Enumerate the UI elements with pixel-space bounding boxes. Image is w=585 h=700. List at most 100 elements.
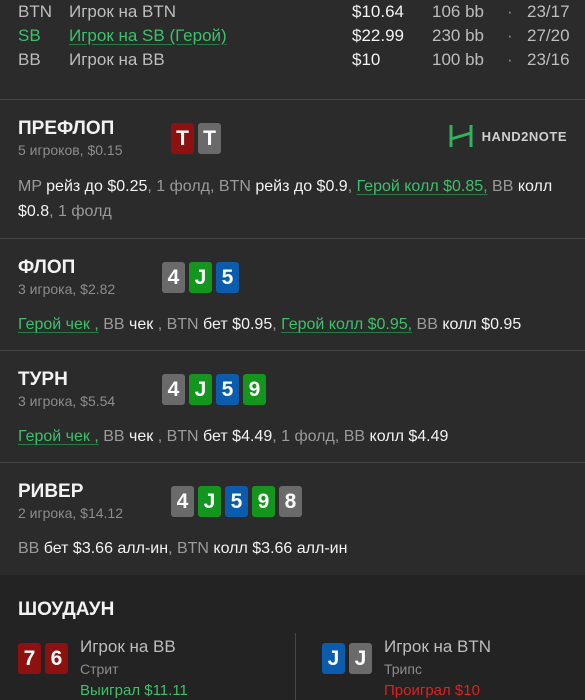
hand2note-brand-text: HAND2NOTE [481,128,567,144]
action-context: , BTN [153,428,204,445]
board-cards: 4J598 [171,486,302,517]
showdown-player-name: Игрок на BB [80,637,176,656]
player-name: Игрок на BTN [69,2,177,21]
separator-dot: · [507,26,513,45]
street-actions: MP рейз до $0.25, 1 фолд, BTN рейз до $0… [18,174,567,224]
action-text: бет $0.95 [203,316,273,333]
street-preflop: ПРЕФЛОП 5 игроков, $0.15 TT HAND2NOTE MP… [0,100,585,239]
street-actions: BB бет $3.66 алл-ин, BTN колл $3.66 алл-… [18,536,567,561]
street-flop: ФЛОП 3 игрока, $2.82 4J5 Герой чек , BB … [0,239,585,351]
action-context: MP [18,178,47,195]
player-position: BTN [18,2,52,21]
playing-card: T [171,123,194,154]
playing-card: 4 [162,374,185,405]
player-position: SB [18,26,41,45]
player-row-bb[interactable]: BB Игрок на BB $10 100 bb · 23/16 [18,48,570,72]
action-context: , BTN [168,540,214,557]
player-stats: 23/17 [527,2,570,21]
player-stack-bb: 106 bb [432,2,484,21]
action-context: , [272,316,282,333]
showdown-player-name: Игрок на BTN [384,637,492,656]
player-stack-bb: 100 bb [432,50,484,69]
player-row-sb-hero[interactable]: SB Игрок на SB (Герой) $22.99 230 bb · 2… [18,24,570,48]
street-pot-info: 5 игроков, $0.15 [18,142,123,158]
player-stack: $10.64 [352,2,404,21]
playing-card: 8 [279,486,302,517]
separator-dot: · [507,2,513,21]
playing-card: 9 [243,374,266,405]
action-context: BB [98,428,130,445]
playing-card: 7 [18,643,41,674]
street-title: РИВЕР [18,481,84,502]
playing-card: T [198,123,221,154]
showdown-title: ШОУДАУН [18,599,115,620]
action-text: колл $3.66 алл-ин [213,540,348,557]
playing-card: J [198,486,221,517]
street-pot-info: 3 игрока, $2.82 [18,281,116,297]
action-text: колл $0.95 [442,316,522,333]
players-list: BTN Игрок на BTN $10.64 106 bb · 23/17 S… [0,0,585,100]
street-title: ФЛОП [18,257,76,278]
board-cards: 4J59 [162,374,266,405]
showdown-result-loss: Проиграл $10 [384,682,480,699]
action-text: рейз до $0.9 [255,178,348,195]
hand2note-icon [449,125,473,147]
hand2note-logo[interactable]: HAND2NOTE [448,123,567,149]
action-text: бет $3.66 алл-ин [43,540,169,557]
action-text: чек [129,316,154,333]
playing-card: 9 [252,486,275,517]
action-text: чек [129,428,154,445]
playing-card: 5 [225,486,248,517]
player-stack-bb: 230 bb [432,26,484,45]
playing-card: J [189,262,212,293]
player-stack: $22.99 [352,26,404,45]
player-stats: 23/16 [527,50,570,69]
hero-action[interactable]: Герой колл $0.85, [357,178,488,195]
playing-card: 4 [162,262,185,293]
player-stats: 27/20 [527,26,570,45]
street-title: ТУРН [18,369,68,390]
board-cards: 4J5 [162,262,239,293]
action-text: бет $4.49 [203,428,273,445]
playing-card: 6 [45,643,68,674]
playing-card: J [349,643,372,674]
showdown-divider [295,633,296,700]
player-name: Игрок на BB [69,50,165,69]
street-title: ПРЕФЛОП [18,118,115,139]
playing-card: 5 [216,374,239,405]
separator-dot: · [507,50,513,69]
player-stack: $10 [352,50,381,69]
action-text: колл $4.49 [369,428,449,445]
action-context: , 1 фолд, BB [272,428,370,445]
showdown-hand-rank: Трипс [384,661,422,677]
action-context: , BTN [153,316,204,333]
playing-card: J [322,643,345,674]
action-context: , 1 фолд, BTN [147,178,256,195]
playing-card: J [189,374,212,405]
showdown-hole-cards: 76 [18,643,68,674]
playing-card: 4 [171,486,194,517]
hero-hole-cards: TT [171,123,221,154]
player-name: Игрок на SB (Герой) [69,26,227,45]
street-river: РИВЕР 2 игрока, $14.12 4J598 BB бет $3.6… [0,463,585,575]
player-position: BB [18,50,41,69]
playing-card: 5 [216,262,239,293]
action-context: BB [412,316,443,333]
showdown-section: ШОУДАУН 76 Игрок на BB Стрит Выиграл $11… [0,575,585,700]
player-row-btn[interactable]: BTN Игрок на BTN $10.64 106 bb · 23/17 [18,0,570,24]
hero-action[interactable]: Герой чек , [18,428,99,445]
action-context: BB [98,316,130,333]
hero-action[interactable]: Герой колл $0.95, [281,316,412,333]
showdown-hole-cards: JJ [322,643,372,674]
action-context: , [347,178,357,195]
street-actions: Герой чек , BB чек , BTN бет $4.49, 1 фо… [18,424,567,449]
action-context: , 1 фолд [49,203,112,220]
street-actions: Герой чек , BB чек , BTN бет $0.95, Геро… [18,312,567,337]
action-context: BB [18,540,44,557]
street-turn: ТУРН 3 игрока, $5.54 4J59 Герой чек , BB… [0,351,585,463]
hero-action[interactable]: Герой чек , [18,316,99,333]
action-text: рейз до $0.25 [46,178,148,195]
showdown-result-win: Выиграл $11.11 [80,682,188,699]
street-pot-info: 3 игрока, $5.54 [18,393,116,409]
showdown-hand-rank: Стрит [80,661,119,677]
